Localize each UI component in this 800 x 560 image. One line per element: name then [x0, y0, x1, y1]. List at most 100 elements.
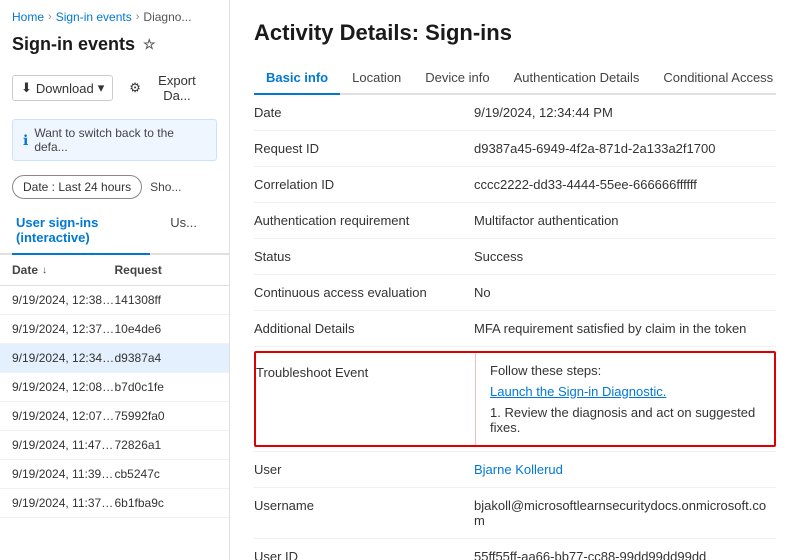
date-cell: 9/19/2024, 12:08:05 ... — [12, 380, 115, 394]
date-cell: 9/19/2024, 11:37:54 ... — [12, 496, 115, 510]
breadcrumb-home[interactable]: Home — [12, 10, 44, 24]
date-cell: 9/19/2024, 12:37:57 ... — [12, 322, 115, 336]
download-icon: ⬇ — [21, 80, 32, 96]
field-label: Authentication requirement — [254, 213, 474, 228]
detail-field-row: Authentication requirement Multifactor a… — [254, 203, 776, 239]
detail-title: Activity Details: Sign-ins — [254, 20, 776, 46]
date-col-header[interactable]: Date ↓ — [12, 263, 115, 277]
date-filter-chip[interactable]: Date : Last 24 hours — [12, 175, 142, 199]
troubleshoot-content: Follow these steps: Launch the Sign-in D… — [476, 353, 774, 445]
table-row[interactable]: 9/19/2024, 12:38:04 ... 141308ff — [0, 286, 229, 315]
user-field-value: bjakoll@microsoftlearnsecuritydocs.onmic… — [474, 498, 766, 528]
download-chevron-icon: ▾ — [98, 80, 105, 96]
breadcrumb: Home › Sign-in events › Diagno... — [0, 0, 229, 30]
user-link[interactable]: Bjarne Kollerud — [474, 462, 563, 477]
field-value: Success — [474, 249, 776, 264]
user-label: Username — [254, 498, 474, 513]
table-row[interactable]: 9/19/2024, 11:47:23 ... 72826a1 — [0, 431, 229, 460]
user-field-row: User Bjarne Kollerud — [254, 452, 776, 488]
request-cell: 75992fa0 — [115, 409, 218, 423]
signin-table: 9/19/2024, 12:38:04 ... 141308ff 9/19/20… — [0, 286, 229, 560]
troubleshoot-row: Troubleshoot Event Follow these steps: L… — [254, 347, 776, 452]
request-cell: d9387a4 — [115, 351, 218, 365]
field-value: Multifactor authentication — [474, 213, 776, 228]
troubleshoot-title: Follow these steps: — [490, 363, 760, 378]
date-cell: 9/19/2024, 11:39:13 ... — [12, 467, 115, 481]
detail-field-row: Continuous access evaluation No — [254, 275, 776, 311]
detail-tab-authentication-details[interactable]: Authentication Details — [502, 62, 652, 95]
request-cell: 10e4de6 — [115, 322, 218, 336]
request-cell: cb5247c — [115, 467, 218, 481]
troubleshoot-step: 1. Review the diagnosis and act on sugge… — [490, 405, 760, 435]
troubleshoot-label: Troubleshoot Event — [256, 353, 476, 445]
date-cell: 9/19/2024, 11:47:23 ... — [12, 438, 115, 452]
table-row[interactable]: 9/19/2024, 12:34:44 ... d9387a4 — [0, 344, 229, 373]
date-cell: 9/19/2024, 12:38:04 ... — [12, 293, 115, 307]
field-value: No — [474, 285, 776, 300]
user-value: Bjarne Kollerud — [474, 462, 776, 477]
field-label: Continuous access evaluation — [254, 285, 474, 300]
field-label: Request ID — [254, 141, 474, 156]
table-row[interactable]: 9/19/2024, 12:07:56 ... 75992fa0 — [0, 402, 229, 431]
field-label: Status — [254, 249, 474, 264]
user-field-row: Username bjakoll@microsoftlearnsecurityd… — [254, 488, 776, 539]
detail-field-row: Additional Details MFA requirement satis… — [254, 311, 776, 347]
field-value: 9/19/2024, 12:34:44 PM — [474, 105, 776, 120]
table-row[interactable]: 9/19/2024, 12:37:57 ... 10e4de6 — [0, 315, 229, 344]
detail-tab-conditional-access[interactable]: Conditional Access — [651, 62, 785, 95]
field-value: MFA requirement satisfied by claim in th… — [474, 321, 776, 336]
detail-field-row: Date 9/19/2024, 12:34:44 PM — [254, 95, 776, 131]
user-value: 55ff55ff-aa66-bb77-cc88-99dd99dd99dd — [474, 549, 776, 560]
table-row[interactable]: 9/19/2024, 12:08:05 ... b7d0c1fe — [0, 373, 229, 402]
launch-diagnostic-link[interactable]: Launch the Sign-in Diagnostic. — [490, 384, 760, 399]
signin-tabs: User sign-ins (interactive) Us... — [0, 207, 229, 255]
detail-tab-device-info[interactable]: Device info — [413, 62, 501, 95]
detail-field-row: Status Success — [254, 239, 776, 275]
field-label: Date — [254, 105, 474, 120]
sidebar: Home › Sign-in events › Diagno... Sign-i… — [0, 0, 230, 560]
sidebar-title: Sign-in events ☆ — [0, 30, 229, 63]
table-header: Date ↓ Request — [0, 255, 229, 286]
show-button[interactable]: Sho... — [150, 180, 181, 194]
detail-panel: Activity Details: Sign-ins Basic infoLoc… — [230, 0, 800, 560]
request-cell: b7d0c1fe — [115, 380, 218, 394]
sort-icon: ↓ — [42, 265, 47, 276]
detail-tab-location[interactable]: Location — [340, 62, 413, 95]
user-field-value: 55ff55ff-aa66-bb77-cc88-99dd99dd99dd — [474, 549, 706, 560]
info-icon: ℹ — [23, 132, 28, 149]
table-row[interactable]: 9/19/2024, 11:37:54 ... 6b1fba9c — [0, 489, 229, 518]
table-row[interactable]: 9/19/2024, 11:39:13 ... cb5247c — [0, 460, 229, 489]
date-cell: 9/19/2024, 12:34:44 ... — [12, 351, 115, 365]
export-button[interactable]: ⚙ Export Da... — [121, 69, 217, 107]
tab-interactive[interactable]: User sign-ins (interactive) — [12, 207, 150, 255]
breadcrumb-current: Diagno... — [143, 10, 191, 24]
user-label: User ID — [254, 549, 474, 560]
field-value: d9387a45-6949-4f2a-871d-2a133a2f1700 — [474, 141, 776, 156]
request-cell: 72826a1 — [115, 438, 218, 452]
breadcrumb-signin[interactable]: Sign-in events — [56, 10, 132, 24]
pin-icon[interactable]: ☆ — [143, 36, 156, 53]
request-cell: 6b1fba9c — [115, 496, 218, 510]
user-label: User — [254, 462, 474, 477]
breadcrumb-sep-1: › — [48, 11, 52, 23]
field-label: Correlation ID — [254, 177, 474, 192]
detail-table: Date 9/19/2024, 12:34:44 PM Request ID d… — [254, 95, 776, 560]
detail-field-row: Correlation ID cccc2222-dd33-4444-55ee-6… — [254, 167, 776, 203]
info-banner: ℹ Want to switch back to the defa... — [12, 119, 217, 161]
detail-field-row: Request ID d9387a45-6949-4f2a-871d-2a133… — [254, 131, 776, 167]
tab-other[interactable]: Us... — [166, 207, 201, 255]
field-label: Additional Details — [254, 321, 474, 336]
download-button[interactable]: ⬇ Download ▾ — [12, 75, 113, 101]
request-col-header[interactable]: Request — [115, 263, 218, 277]
field-value: cccc2222-dd33-4444-55ee-666666ffffff — [474, 177, 776, 192]
filter-bar: Date : Last 24 hours Sho... — [0, 167, 229, 207]
request-cell: 141308ff — [115, 293, 218, 307]
gear-icon: ⚙ — [129, 80, 141, 96]
detail-tab-basic-info[interactable]: Basic info — [254, 62, 340, 95]
user-field-row: User ID 55ff55ff-aa66-bb77-cc88-99dd99dd… — [254, 539, 776, 560]
user-value: bjakoll@microsoftlearnsecuritydocs.onmic… — [474, 498, 776, 528]
breadcrumb-sep-2: › — [136, 11, 140, 23]
toolbar: ⬇ Download ▾ ⚙ Export Da... — [0, 63, 229, 113]
detail-tabs: Basic infoLocationDevice infoAuthenticat… — [254, 62, 776, 95]
date-cell: 9/19/2024, 12:07:56 ... — [12, 409, 115, 423]
